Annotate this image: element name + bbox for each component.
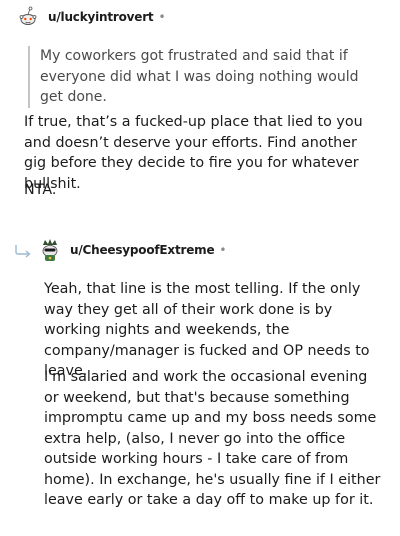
separator-dot: •: [158, 10, 166, 24]
snoo-avatar-icon[interactable]: [38, 238, 62, 262]
comment-header: u/CheesypoofExtreme •: [38, 236, 226, 264]
reply-arrow-icon: [15, 245, 31, 258]
separator-dot: •: [219, 243, 227, 257]
username[interactable]: u/CheesypoofExtreme: [70, 243, 215, 257]
snoo-avatar-icon[interactable]: [16, 5, 40, 29]
comment-paragraph: I'm salaried and work the occasional eve…: [44, 369, 381, 508]
comment-paragraph: NTA.: [24, 182, 57, 198]
username[interactable]: u/luckyintrovert: [48, 10, 154, 24]
blockquote: My coworkers got frustrated and said tha…: [28, 46, 370, 108]
comment-header: u/luckyintrovert •: [16, 3, 166, 31]
